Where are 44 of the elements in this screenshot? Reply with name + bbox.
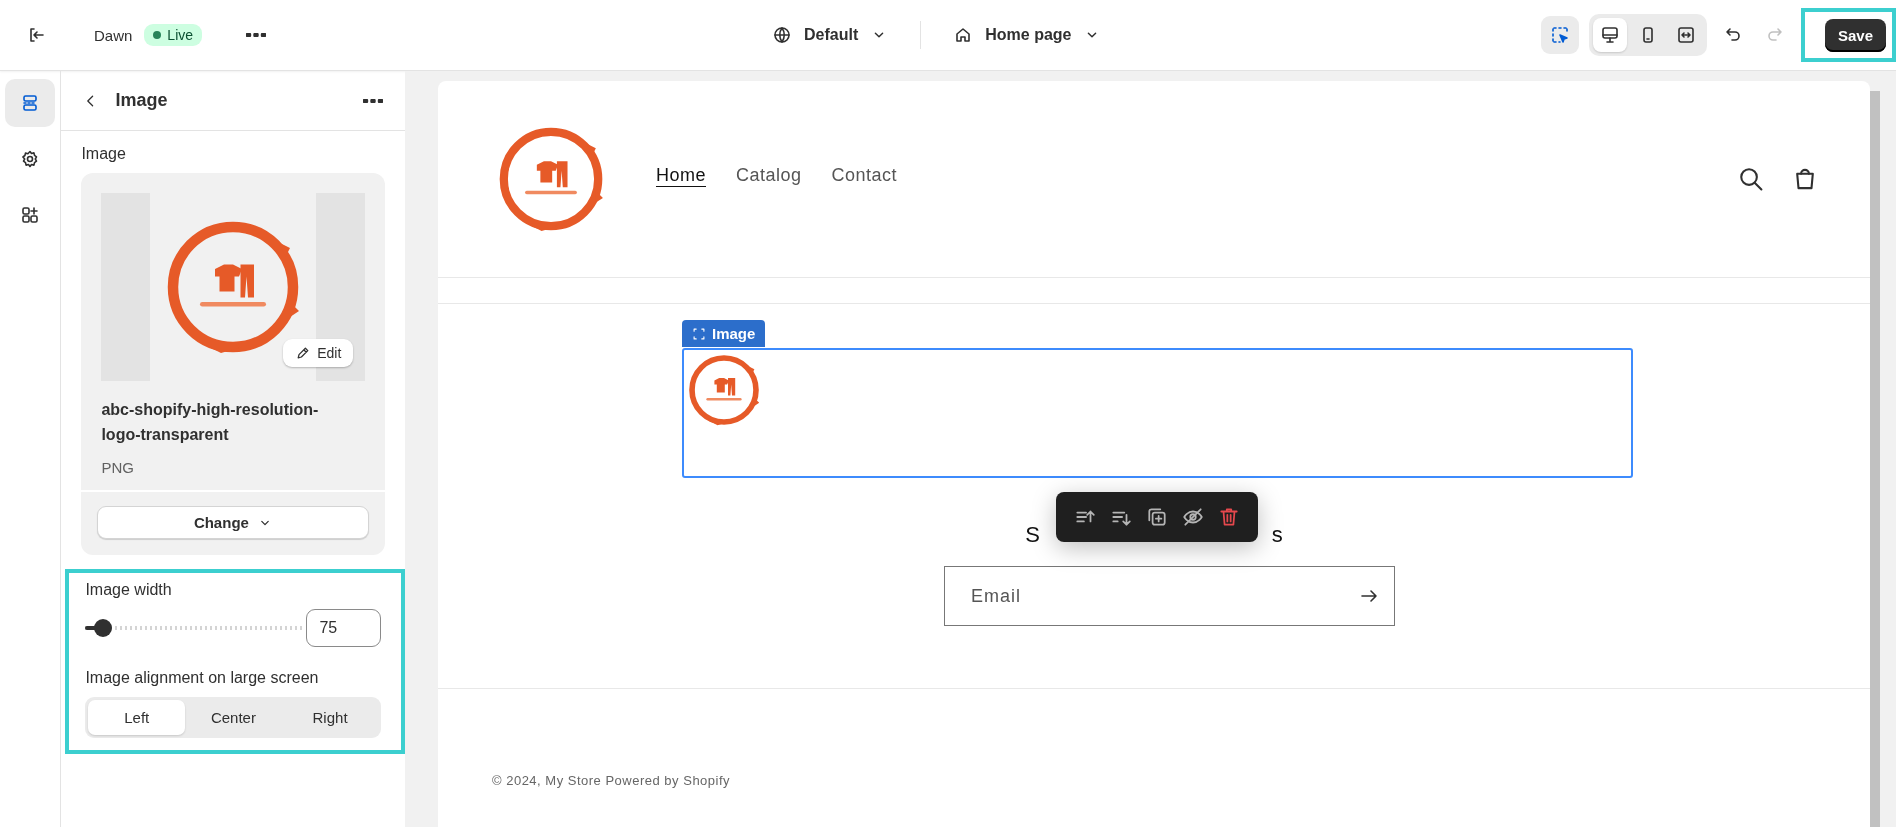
scrollbar[interactable] bbox=[1870, 91, 1880, 827]
apps-icon bbox=[20, 205, 41, 225]
hide-icon[interactable] bbox=[1182, 506, 1204, 528]
file-format: PNG bbox=[101, 459, 135, 476]
theme-name: Dawn bbox=[94, 26, 133, 44]
more-icon bbox=[246, 33, 267, 37]
duplicate-icon[interactable] bbox=[1146, 506, 1168, 528]
language-selector[interactable]: Default bbox=[772, 25, 889, 45]
field-label: Image alignment on large screen bbox=[85, 669, 320, 687]
block-tag[interactable]: Image bbox=[682, 320, 766, 347]
email-field[interactable]: Email bbox=[944, 566, 1395, 626]
page-selector[interactable]: Home page bbox=[953, 25, 1102, 45]
inspector-button[interactable] bbox=[1540, 16, 1579, 54]
alignment-option[interactable]: Right bbox=[281, 700, 379, 735]
number-field[interactable]: 75 bbox=[306, 609, 382, 647]
heading-text: s bbox=[1271, 522, 1283, 548]
inspector-icon bbox=[1549, 25, 1570, 45]
desktop-icon bbox=[1599, 25, 1620, 45]
more-icon bbox=[363, 98, 384, 103]
alignment-option[interactable]: Center bbox=[185, 700, 282, 735]
slider-thumb[interactable] bbox=[93, 619, 112, 637]
search-icon[interactable] bbox=[1738, 166, 1764, 192]
edit-button[interactable]: Edit bbox=[283, 339, 354, 367]
sections-button[interactable] bbox=[5, 79, 56, 127]
selection-icon bbox=[692, 326, 706, 341]
nav-link[interactable]: Contact bbox=[831, 164, 898, 186]
panel-title: Image bbox=[115, 90, 169, 111]
field-label: Image bbox=[81, 145, 127, 163]
save-button[interactable]: Save bbox=[1824, 18, 1886, 52]
status-badge: Live bbox=[144, 24, 203, 46]
footer-text: © 2024, My Store Powered by Shopify bbox=[492, 773, 732, 788]
heading-text: S bbox=[1025, 522, 1040, 548]
delete-icon[interactable] bbox=[1218, 506, 1240, 528]
file-name: abc-shopify-high-resolution-logo-transparent bbox=[101, 400, 320, 445]
nav-link[interactable]: Catalog bbox=[736, 164, 802, 186]
change-button[interactable]: Change bbox=[97, 506, 370, 539]
globe-icon bbox=[772, 25, 792, 45]
selected-block[interactable] bbox=[682, 348, 1633, 478]
field-label: Image width bbox=[85, 581, 173, 599]
scrollbar[interactable] bbox=[405, 71, 420, 827]
desktop-view-button[interactable] bbox=[1592, 18, 1627, 52]
nav-link[interactable]: Home bbox=[656, 164, 706, 186]
full-width-icon bbox=[1675, 25, 1696, 45]
alignment-option[interactable]: Left bbox=[88, 700, 186, 735]
